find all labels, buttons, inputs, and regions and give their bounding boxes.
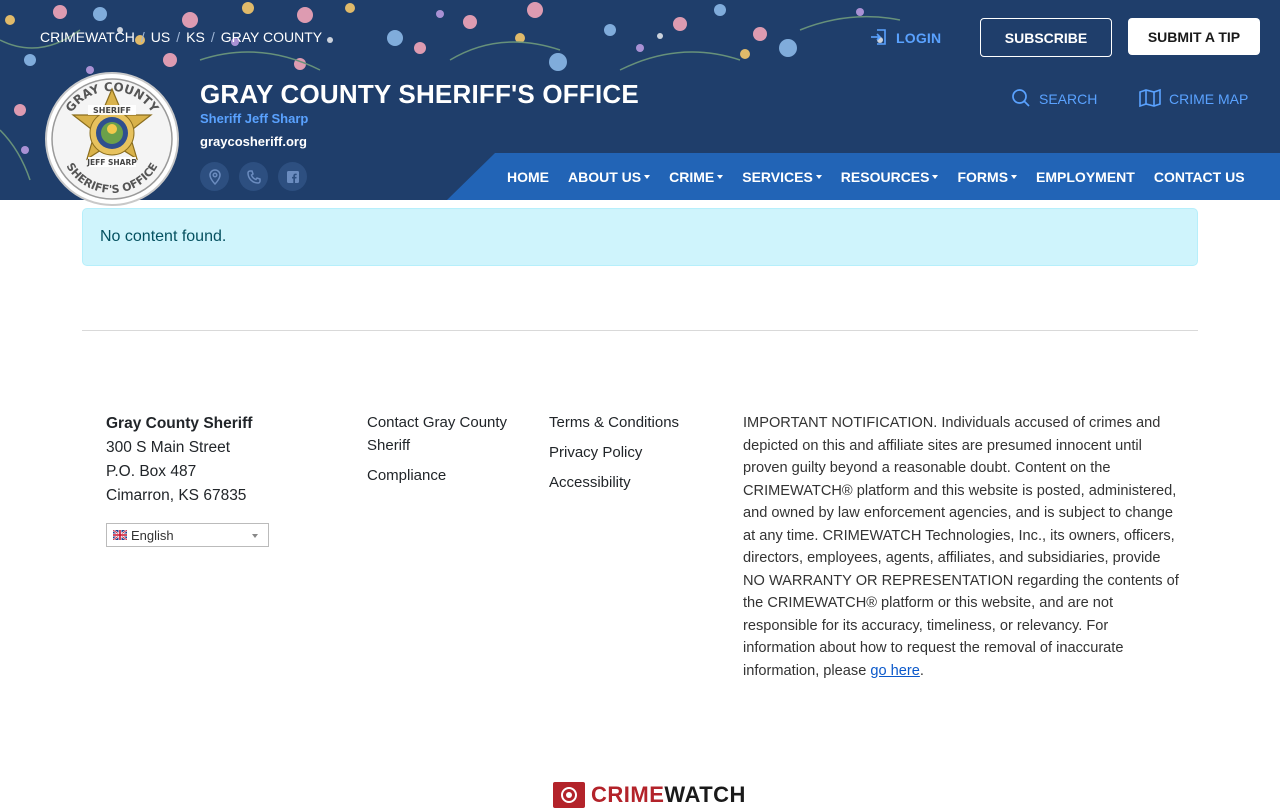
footer-links-legal: Terms & Conditions Privacy Policy Access… bbox=[549, 411, 719, 501]
nav-item-forms[interactable]: FORMS bbox=[957, 169, 1018, 185]
footer-address-line: P.O. Box 487 bbox=[106, 463, 197, 480]
map-icon bbox=[1139, 88, 1161, 111]
search-link[interactable]: SEARCH bbox=[1011, 88, 1097, 110]
chevron-down-icon bbox=[252, 534, 258, 538]
footer-address-line: Cimarron, KS 67835 bbox=[106, 487, 247, 504]
chevron-down-icon bbox=[1011, 174, 1018, 179]
footer-address-line: 300 S Main Street bbox=[106, 439, 231, 456]
nav-item-resources[interactable]: RESOURCES bbox=[841, 169, 939, 185]
uk-flag-icon bbox=[112, 528, 128, 543]
breadcrumb-separator: / bbox=[210, 29, 215, 45]
breadcrumb: CRIMEWATCH / US / KS / GRAY COUNTY bbox=[40, 29, 322, 45]
crimewatch-wordmark: CRIMEWATCH bbox=[591, 782, 746, 807]
breadcrumb-item-crimewatch[interactable]: CRIMEWATCH bbox=[40, 29, 135, 45]
crimewatch-logo-icon bbox=[553, 782, 585, 808]
social-links bbox=[200, 162, 307, 191]
phone-icon[interactable] bbox=[239, 162, 268, 191]
legal-notice: IMPORTANT NOTIFICATION. Individuals accu… bbox=[743, 412, 1183, 682]
main-nav: HOME ABOUT US CRIME SERVICES RESOURCES F… bbox=[507, 153, 1245, 200]
language-select[interactable]: English bbox=[106, 523, 269, 547]
nav-item-employment[interactable]: EMPLOYMENT bbox=[1036, 169, 1135, 185]
page-title: GRAY COUNTY SHERIFF'S OFFICE bbox=[200, 79, 639, 109]
chevron-down-icon bbox=[932, 174, 939, 179]
footer-address: Gray County Sheriff 300 S Main Street P.… bbox=[106, 412, 252, 508]
breadcrumb-item-gray-county[interactable]: GRAY COUNTY bbox=[221, 29, 322, 45]
nav-item-services[interactable]: SERVICES bbox=[742, 169, 822, 185]
footer-link-compliance[interactable]: Compliance bbox=[367, 464, 527, 487]
nav-item-about-us[interactable]: ABOUT US bbox=[568, 169, 651, 185]
search-icon bbox=[1011, 88, 1031, 111]
crime-map-label: CRIME MAP bbox=[1169, 91, 1249, 107]
facebook-icon[interactable] bbox=[278, 162, 307, 191]
nav-item-contact-us[interactable]: CONTACT US bbox=[1154, 169, 1245, 185]
footer-link-contact[interactable]: Contact Gray County Sheriff bbox=[367, 411, 527, 457]
language-value: English bbox=[131, 527, 174, 543]
chevron-down-icon bbox=[717, 174, 724, 179]
nav-item-crime[interactable]: CRIME bbox=[669, 169, 724, 185]
chevron-down-icon bbox=[644, 174, 651, 179]
footer-links-contact: Contact Gray County Sheriff Compliance bbox=[367, 411, 527, 494]
no-content-alert: No content found. bbox=[82, 208, 1198, 266]
breadcrumb-item-us[interactable]: US bbox=[151, 29, 170, 45]
notice-end: . bbox=[919, 662, 924, 679]
sheriff-name: Sheriff Jeff Sharp bbox=[200, 111, 309, 126]
chevron-down-icon bbox=[815, 174, 822, 179]
breadcrumb-separator: / bbox=[140, 29, 145, 45]
badge-name-text: JEFF SHARP bbox=[86, 158, 137, 167]
go-here-link[interactable]: go here bbox=[870, 663, 920, 679]
footer-link-accessibility[interactable]: Accessibility bbox=[549, 471, 719, 494]
website-link[interactable]: graycosheriff.org bbox=[200, 134, 307, 149]
footer-link-privacy[interactable]: Privacy Policy bbox=[549, 441, 719, 464]
notice-text: IMPORTANT NOTIFICATION. Individuals accu… bbox=[743, 415, 1179, 679]
divider bbox=[82, 330, 1198, 331]
search-label: SEARCH bbox=[1039, 91, 1098, 107]
subscribe-button[interactable]: SUBSCRIBE bbox=[980, 18, 1112, 57]
login-icon bbox=[870, 28, 888, 49]
crime-map-link[interactable]: CRIME MAP bbox=[1139, 88, 1248, 110]
footer-org-name: Gray County Sheriff bbox=[106, 415, 253, 432]
location-icon[interactable] bbox=[200, 162, 229, 191]
breadcrumb-separator: / bbox=[176, 29, 181, 45]
login-label: LOGIN bbox=[896, 30, 942, 46]
footer-link-terms[interactable]: Terms & Conditions bbox=[549, 411, 719, 434]
alert-message: No content found. bbox=[100, 228, 227, 245]
site-header: CRIMEWATCH / US / KS / GRAY COUNTY LOGIN SUBSC… bbox=[0, 0, 1280, 200]
badge-star-text: SHERIFF bbox=[93, 106, 131, 115]
submit-tip-button[interactable]: SUBMIT A TIP bbox=[1128, 18, 1260, 55]
sheriff-badge-logo[interactable]: GRAY COUNTY SHERIFF'S OFFICE SHERIFF JEF… bbox=[44, 71, 180, 207]
crimewatch-logo[interactable]: CRIMEWATCH bbox=[553, 782, 746, 808]
login-link[interactable]: LOGIN bbox=[870, 27, 941, 49]
nav-item-home[interactable]: HOME bbox=[507, 169, 549, 185]
breadcrumb-item-ks[interactable]: KS bbox=[186, 29, 205, 45]
